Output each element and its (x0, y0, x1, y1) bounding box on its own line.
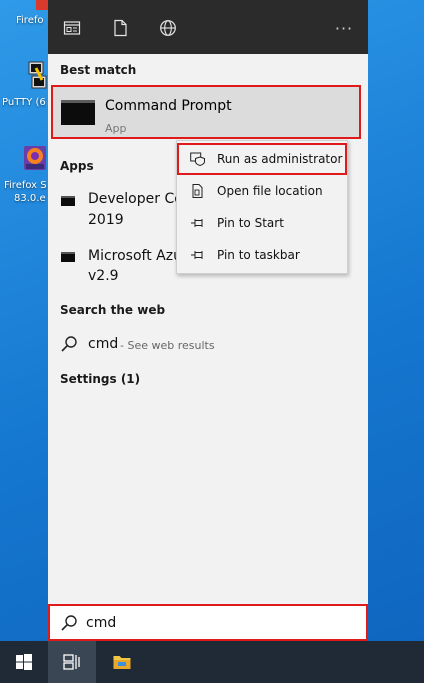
web-search-hint: - See web results (120, 339, 215, 352)
desktop-icon-label: Firefox S (4, 180, 47, 191)
best-match-heading: Best match (60, 63, 137, 77)
pin-icon (191, 219, 203, 227)
folder-icon (113, 656, 131, 669)
desktop-icon-label: PuTTY (6 (2, 97, 46, 108)
desktop-icon-label: Firefo (16, 15, 44, 26)
context-menu-label: Run as administrator (217, 152, 343, 166)
app-result-line1: Microsoft Azu (88, 248, 182, 264)
web-search-result[interactable]: cmd - See web results (48, 333, 368, 359)
desktop-icon-firefox[interactable]: Firefo (0, 0, 48, 30)
taskbar (0, 641, 424, 683)
shield-icon (190, 152, 205, 166)
context-menu-label: Open file location (217, 184, 323, 198)
best-match-command-prompt[interactable]: Command Prompt App (51, 85, 361, 139)
search-web-heading: Search the web (60, 303, 166, 317)
desktop-icon-label-line2: 83.0.e (14, 193, 46, 204)
file-explorer-button[interactable] (98, 641, 146, 683)
start-menu-tabbar: ··· (48, 0, 368, 54)
apps-heading: Apps (60, 159, 94, 173)
document-icon (114, 19, 127, 37)
tab-web[interactable] (154, 14, 182, 42)
firefox-icon (36, 0, 48, 10)
context-menu-label: Pin to Start (217, 216, 284, 230)
file-location-icon (192, 184, 203, 198)
more-options-button[interactable]: ··· (330, 14, 358, 42)
globe-icon (160, 20, 176, 36)
web-search-query: cmd (88, 336, 119, 352)
firefox-setup-icon (24, 146, 46, 170)
search-box (48, 604, 368, 641)
best-match-subtitle: App (105, 122, 127, 135)
context-menu: Run as administrator Open file location … (176, 140, 348, 274)
putty-icon (28, 61, 47, 89)
task-view-button[interactable] (48, 641, 96, 683)
pin-icon (191, 251, 203, 259)
settings-heading[interactable]: Settings (1) (60, 372, 140, 386)
task-view-icon (63, 654, 80, 670)
context-menu-run-as-administrator[interactable]: Run as administrator (177, 143, 347, 175)
app-result-line2: v2.9 (88, 268, 119, 284)
search-icon (61, 615, 77, 631)
search-icon (61, 336, 77, 352)
context-menu-pin-to-start[interactable]: Pin to Start (177, 208, 347, 238)
terminal-icon (61, 196, 75, 206)
command-prompt-icon (61, 100, 95, 125)
best-match-name: Command Prompt (105, 98, 232, 114)
terminal-icon (61, 252, 75, 262)
context-menu-pin-to-taskbar[interactable]: Pin to taskbar (177, 240, 347, 270)
tab-apps[interactable] (58, 14, 86, 42)
windows-logo-icon (16, 654, 32, 670)
start-menu: ··· Best match Command Prompt App Apps D… (48, 0, 368, 641)
more-options-label: ··· (334, 18, 354, 38)
context-menu-open-file-location[interactable]: Open file location (177, 176, 347, 206)
context-menu-label: Pin to taskbar (217, 248, 300, 262)
app-result-line2: 2019 (88, 212, 124, 228)
app-result-line1: Developer Co (88, 191, 183, 207)
start-button[interactable] (0, 641, 48, 683)
search-input[interactable] (86, 612, 356, 634)
tab-documents[interactable] (106, 14, 134, 42)
apps-filter-icon (63, 21, 81, 35)
